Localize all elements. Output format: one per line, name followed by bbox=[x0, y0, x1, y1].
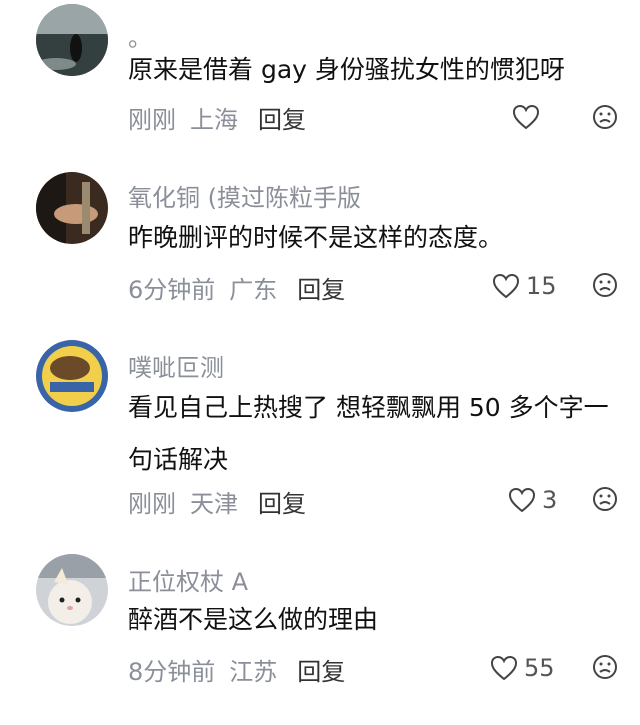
timestamp: 刚刚 bbox=[128, 106, 176, 134]
reply-button[interactable]: 回复 bbox=[297, 658, 345, 686]
like-button[interactable]: 15 bbox=[492, 272, 557, 300]
avatar[interactable] bbox=[36, 340, 108, 412]
like-button[interactable] bbox=[512, 104, 546, 130]
avatar[interactable] bbox=[36, 172, 108, 244]
comment-text: 醉酒不是这么做的理由 bbox=[128, 605, 379, 634]
reply-button[interactable]: 回复 bbox=[258, 106, 306, 134]
username[interactable]: 氧化铜 (摸过陈粒手版 bbox=[128, 178, 361, 213]
avatar[interactable] bbox=[36, 554, 108, 626]
username[interactable]: 正位权杖 A bbox=[128, 562, 248, 597]
heart-outline-icon bbox=[512, 104, 540, 130]
timestamp: 8分钟前 bbox=[128, 658, 216, 686]
comment-meta: 6分钟前 广东 回复 bbox=[128, 270, 359, 305]
username[interactable]: 噗呲叵测 bbox=[128, 348, 224, 383]
like-count: 3 bbox=[542, 486, 558, 514]
dislike-button[interactable] bbox=[592, 486, 618, 512]
heart-outline-icon bbox=[490, 655, 518, 681]
frown-face-icon bbox=[593, 273, 617, 297]
heart-outline-icon bbox=[508, 487, 536, 513]
frown-face-icon bbox=[593, 487, 617, 511]
timestamp: 6分钟前 bbox=[128, 276, 216, 304]
comment-text: 看见自己上热搜了 想轻飘飘用 50 多个字一句话解决 bbox=[128, 393, 609, 474]
comment-text: 昨晚删评的时候不是这样的态度。 bbox=[128, 223, 504, 252]
comment-meta: 刚刚 上海 回复 bbox=[128, 100, 320, 135]
like-count: 15 bbox=[526, 272, 557, 300]
reply-button[interactable]: 回复 bbox=[258, 490, 306, 518]
location: 江苏 bbox=[229, 658, 278, 686]
comment-text: 原来是借着 gay 身份骚扰女性的惯犯呀 bbox=[128, 55, 565, 84]
heart-outline-icon bbox=[492, 273, 520, 299]
comment-meta: 刚刚 天津 回复 bbox=[128, 484, 320, 519]
dislike-button[interactable] bbox=[592, 654, 618, 680]
comment-meta: 8分钟前 江苏 回复 bbox=[128, 652, 359, 687]
avatar[interactable] bbox=[36, 4, 108, 76]
dislike-button[interactable] bbox=[592, 272, 618, 298]
location: 天津 bbox=[190, 490, 238, 518]
timestamp: 刚刚 bbox=[128, 490, 176, 518]
frown-face-icon bbox=[593, 655, 617, 679]
location: 上海 bbox=[190, 106, 238, 134]
like-button[interactable]: 55 bbox=[490, 654, 555, 682]
like-button[interactable]: 3 bbox=[508, 486, 557, 514]
dislike-button[interactable] bbox=[592, 104, 618, 130]
like-count: 55 bbox=[524, 654, 555, 682]
location: 广东 bbox=[229, 276, 278, 304]
frown-face-icon bbox=[593, 105, 617, 129]
reply-button[interactable]: 回复 bbox=[297, 276, 345, 304]
